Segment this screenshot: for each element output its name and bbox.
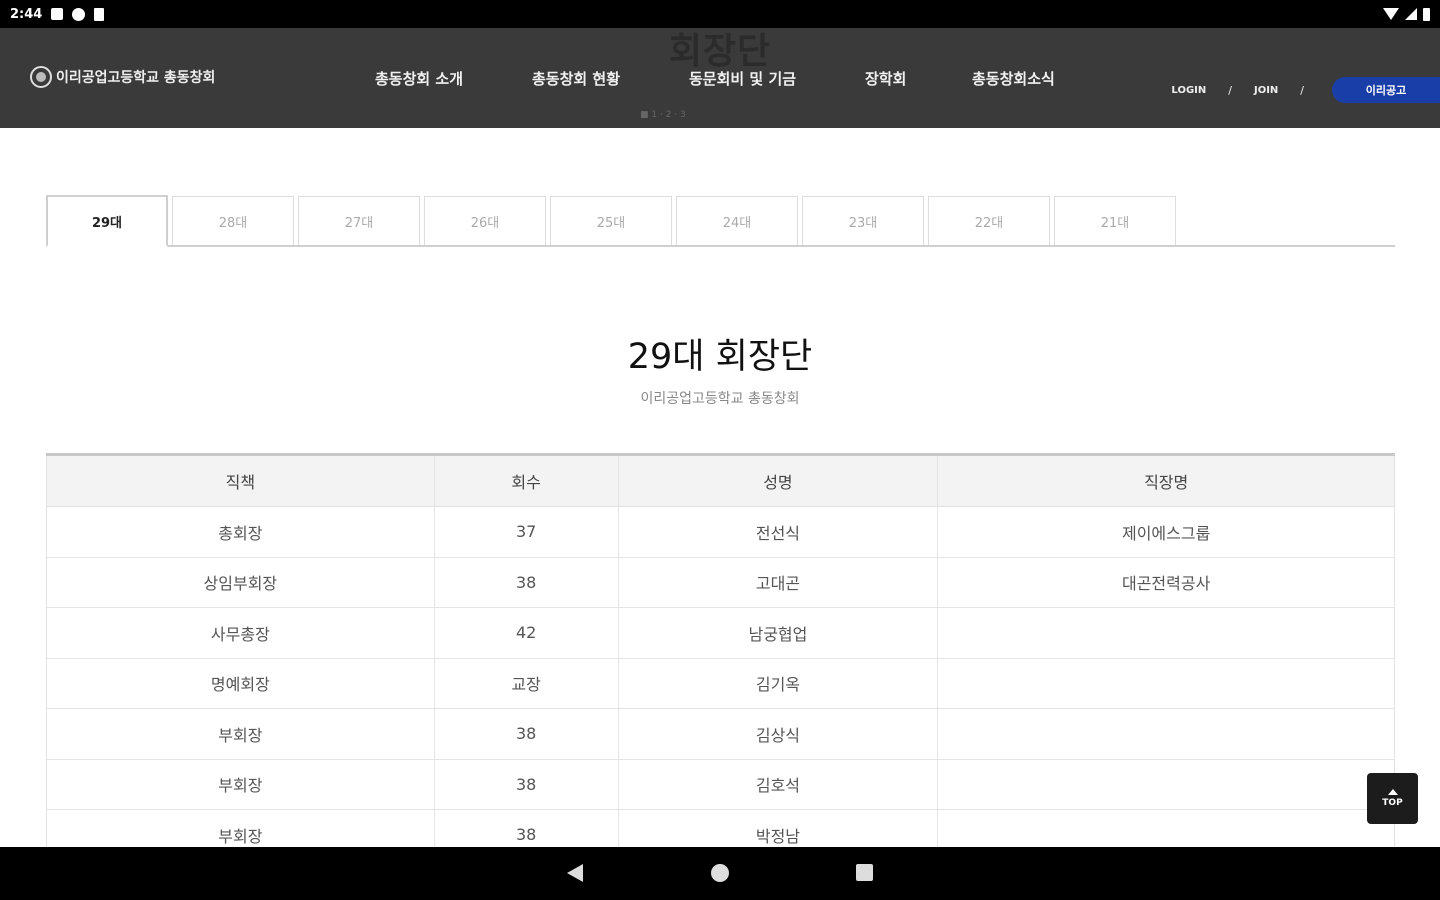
cell-position: 부회장 [46,708,435,760]
home-icon[interactable] [711,864,729,882]
battery-icon [1423,7,1430,21]
cell-name: 김호석 [618,759,939,810]
tab-22[interactable]: 22대 [928,196,1050,245]
officers-table: 직책 회수 성명 직장명 총회장 37 전선식 제이에스그룹 상임부회장 38 … [46,453,1395,861]
table-row: 상임부회장 38 고대곤 대곤전력공사 [46,557,1395,608]
cell-position: 명예회장 [46,658,435,709]
cell-workplace [937,759,1395,810]
cell-position: 부회장 [46,759,435,810]
cell-class: 38 [434,557,619,608]
app-notification-icon [72,7,86,21]
status-time: 2:44 [10,6,43,22]
cell-class: 37 [434,506,619,558]
cell-name: 남궁협업 [618,607,939,659]
cell-position: 상임부회장 [46,557,435,608]
page-subtitle: 이리공업고등학교 총동창회 [640,391,800,407]
cell-name: 김상식 [618,708,939,760]
signal-icon [1405,8,1417,20]
cell-class: 교장 [434,658,619,709]
header-account-links: LOGIN / JOIN / 이리공고 [1171,76,1440,104]
cell-position: 사무총장 [46,607,435,659]
tab-25[interactable]: 25대 [550,196,672,245]
wifi-icon [1383,8,1399,20]
tab-23[interactable]: 23대 [802,196,924,245]
tab-24[interactable]: 24대 [676,196,798,245]
table-row: 부회장 38 김상식 [46,708,1395,760]
table-row: 사무총장 42 남궁협업 [46,607,1395,659]
join-link[interactable]: JOIN [1254,85,1278,96]
site-header: 회장단 이리공업고등학교 총동창회 총동창회 소개 총동창회 현황 동문회비 및… [0,28,1440,128]
cell-workplace [937,708,1395,760]
column-header-class: 회수 [434,453,619,507]
back-icon[interactable] [567,864,583,882]
separator: / [1228,83,1232,97]
table-row: 총회장 37 전선식 제이에스그룹 [46,506,1395,558]
login-link[interactable]: LOGIN [1171,85,1206,96]
nav-item-status[interactable]: 총동창회 현황 [532,68,620,89]
column-header-name: 성명 [618,453,939,507]
nav-item-news[interactable]: 총동창회소식 [972,68,1055,89]
header-ghost-title: 회장단 [668,31,772,72]
tab-21[interactable]: 21대 [1054,196,1176,245]
cell-workplace [937,607,1395,659]
cell-workplace [937,658,1395,709]
tab-26[interactable]: 26대 [424,196,546,245]
cell-position: 총회장 [46,506,435,558]
separator: / [1300,83,1304,97]
table-row: 명예회장 교장 김기옥 [46,658,1395,709]
cell-name: 고대곤 [618,557,939,608]
cell-name: 전선식 [618,506,939,558]
submenu-hint: ■ 1 · 2 · 3 [640,110,686,120]
recent-apps-icon[interactable] [856,864,873,881]
nav-item-scholarship[interactable]: 장학회 [865,68,906,89]
notification-icon [51,8,64,20]
sd-card-icon [94,7,105,21]
table-header-row: 직책 회수 성명 직장명 [46,453,1395,507]
cell-class: 42 [434,607,619,659]
system-nav-bar [0,847,1440,900]
nav-item-dues-fund[interactable]: 동문회비 및 기금 [689,68,796,89]
tab-27[interactable]: 27대 [298,196,420,245]
cell-workplace: 대곤전력공사 [937,557,1395,608]
table-row: 부회장 38 김호석 [46,759,1395,810]
tab-29[interactable]: 29대 [46,195,168,247]
cell-name: 김기옥 [618,658,939,709]
arrow-up-icon [1387,789,1398,795]
school-site-button[interactable]: 이리공고 [1332,77,1440,103]
nav-item-about[interactable]: 총동창회 소개 [375,68,463,89]
column-header-position: 직책 [46,453,435,507]
cell-class: 38 [434,708,619,760]
generation-tabs: 29대 28대 27대 26대 25대 24대 23대 22대 21대 [46,195,1395,247]
cell-workplace: 제이에스그룹 [937,506,1395,558]
tab-28[interactable]: 28대 [172,196,294,245]
scroll-top-label: TOP [1382,798,1403,808]
column-header-workplace: 직장명 [937,453,1395,507]
scroll-top-button[interactable]: TOP [1367,773,1418,824]
page-title: 29대 회장단 [627,337,813,377]
cell-class: 38 [434,759,619,810]
